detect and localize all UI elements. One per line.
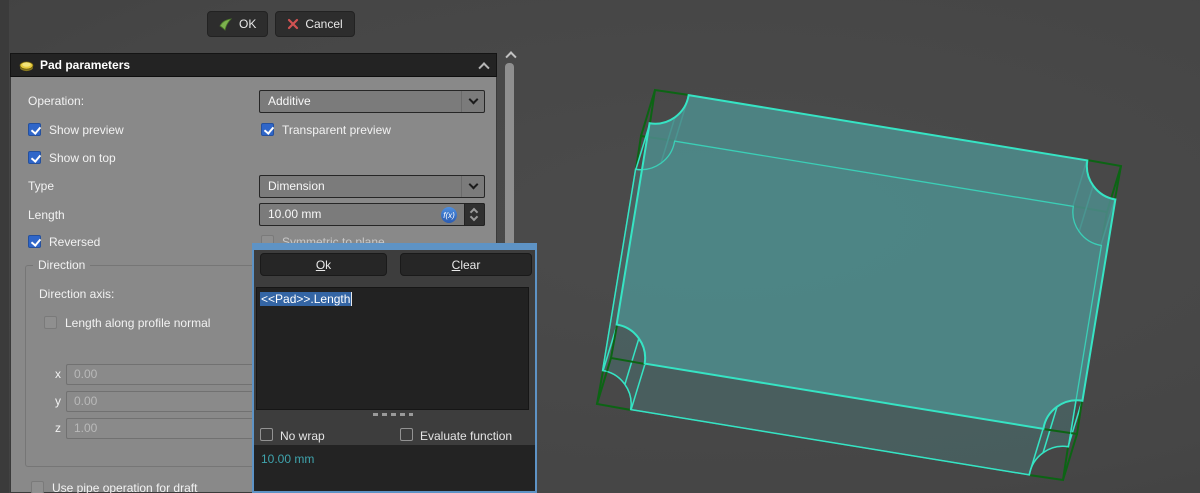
- cancel-button-label: Cancel: [305, 17, 343, 31]
- expression-selected-text: <<Pad>>.Length: [260, 292, 353, 306]
- expression-result-area: 10.00 mm: [254, 445, 535, 491]
- operation-select[interactable]: Additive: [259, 90, 485, 113]
- pad-icon: [19, 61, 34, 71]
- reversed-label: Reversed: [49, 235, 101, 249]
- x-value: 0.00: [74, 367, 98, 381]
- expression-clear-button[interactable]: Clear: [400, 253, 532, 276]
- y-input[interactable]: 0.00: [66, 391, 266, 412]
- use-pipe-checkbox[interactable]: [31, 481, 44, 493]
- show-preview-checkbox[interactable]: [28, 123, 41, 136]
- y-label: y: [55, 394, 61, 408]
- expression-ok-button[interactable]: Ok: [260, 253, 387, 276]
- type-select[interactable]: Dimension: [259, 175, 485, 198]
- splitter-handle[interactable]: [373, 413, 413, 416]
- operation-label: Operation:: [28, 94, 85, 108]
- transparent-preview-checkbox[interactable]: [261, 123, 274, 136]
- evaluate-function-checkbox[interactable]: [400, 428, 413, 441]
- chevron-down-icon: [468, 94, 479, 105]
- panel-header[interactable]: Pad parameters: [10, 53, 497, 77]
- cancel-button[interactable]: Cancel: [275, 11, 355, 37]
- x-input[interactable]: 0.00: [66, 364, 266, 385]
- ok-check-icon: [219, 17, 233, 31]
- spin-down-icon: [469, 212, 479, 222]
- z-value: 1.00: [74, 421, 98, 435]
- y-value: 0.00: [74, 394, 98, 408]
- expression-editor-popup: Ok Clear <<Pad>>.Length No wrap Evaluate…: [252, 243, 537, 493]
- profile-normal-checkbox[interactable]: [44, 316, 57, 329]
- show-preview-label: Show preview: [49, 123, 124, 137]
- direction-axis-label: Direction axis:: [39, 287, 115, 301]
- reversed-checkbox[interactable]: [28, 235, 41, 248]
- ok-button[interactable]: OK: [207, 11, 269, 37]
- panel-title: Pad parameters: [40, 58, 131, 72]
- x-label: x: [55, 367, 61, 381]
- expression-result-value: 10.00 mm: [261, 452, 315, 466]
- direction-group-label: Direction: [33, 258, 91, 272]
- no-wrap-label: No wrap: [280, 429, 325, 443]
- chevron-down-icon: [468, 179, 479, 190]
- z-input[interactable]: 1.00: [66, 418, 266, 439]
- z-label: z: [55, 421, 61, 435]
- type-label: Type: [28, 179, 55, 193]
- cancel-x-icon: [288, 18, 299, 30]
- ok-button-label: OK: [239, 17, 257, 31]
- expression-text-area[interactable]: <<Pad>>.Length: [256, 287, 529, 410]
- length-spinner[interactable]: [464, 203, 485, 226]
- evaluate-function-label: Evaluate function: [420, 429, 513, 443]
- no-wrap-checkbox[interactable]: [260, 428, 273, 441]
- use-pipe-label: Use pipe operation for draft: [52, 481, 198, 493]
- length-label: Length: [28, 208, 65, 222]
- task-toolbar: OK Cancel: [207, 11, 355, 37]
- collapse-chevron-icon[interactable]: [478, 62, 490, 74]
- operation-value: Additive: [268, 94, 311, 108]
- show-on-top-checkbox[interactable]: [28, 151, 41, 164]
- length-input[interactable]: 10.00 mm f(x): [259, 203, 485, 226]
- transparent-preview-label: Transparent preview: [282, 123, 391, 137]
- length-value: 10.00 mm: [268, 207, 322, 221]
- scrollbar-up-button[interactable]: [504, 46, 518, 63]
- profile-normal-label: Length along profile normal: [65, 316, 211, 330]
- type-value: Dimension: [268, 179, 325, 193]
- expression-fx-icon[interactable]: f(x): [441, 207, 457, 223]
- show-on-top-label: Show on top: [49, 151, 116, 165]
- window-left-edge: [0, 0, 9, 493]
